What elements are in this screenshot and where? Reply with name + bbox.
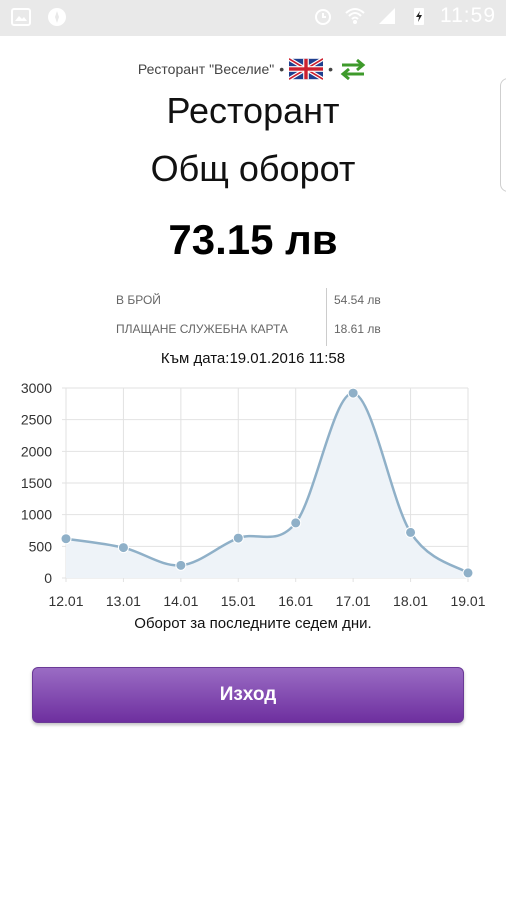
x-tick-label: 19.01 bbox=[450, 593, 485, 609]
y-tick-label: 1500 bbox=[21, 475, 52, 491]
y-tick-label: 500 bbox=[29, 538, 53, 554]
chart-data-point bbox=[60, 533, 72, 545]
breakdown-label: ПЛАЩАНЕ СЛУЖЕБНА КАРТА bbox=[116, 322, 288, 336]
chart-caption: Оборот за последните седем дни. bbox=[134, 615, 372, 632]
uk-flag-icon[interactable] bbox=[289, 58, 324, 80]
breakdown-row-cash: В БРОЙ 54.54 лв bbox=[116, 288, 406, 317]
x-tick-label: 14.01 bbox=[163, 593, 198, 609]
x-tick-label: 16.01 bbox=[278, 593, 313, 609]
status-time: 11:59 bbox=[440, 4, 496, 27]
status-bar: 11:59 bbox=[0, 0, 506, 36]
y-tick-label: 2500 bbox=[21, 412, 52, 428]
page-subtitle: Общ оборот bbox=[150, 148, 356, 189]
image-icon bbox=[11, 8, 31, 26]
chart-data-point bbox=[117, 542, 129, 554]
breakdown-row-card: ПЛАЩАНЕ СЛУЖЕБНА КАРТА 18.61 лв bbox=[116, 317, 406, 346]
alarm-icon bbox=[315, 9, 331, 25]
wifi-icon bbox=[345, 8, 365, 24]
chart-data-point bbox=[175, 559, 187, 571]
battery-charging-icon bbox=[414, 8, 424, 25]
x-tick-label: 15.01 bbox=[221, 593, 256, 609]
y-tick-label: 0 bbox=[44, 570, 52, 586]
restaurant-name: Ресторант "Веселие" bbox=[137, 61, 275, 77]
chart-data-point bbox=[462, 567, 474, 579]
compass-icon bbox=[48, 8, 66, 26]
breakdown-label: В БРОЙ bbox=[116, 293, 161, 307]
x-tick-label: 12.01 bbox=[48, 593, 83, 609]
y-tick-label: 2000 bbox=[21, 443, 52, 459]
exit-button[interactable]: Изход bbox=[32, 667, 464, 723]
header-separator: • bbox=[279, 61, 285, 77]
as-of-date: Към дата:19.01.2016 11:58 bbox=[160, 350, 346, 367]
x-tick-label: 17.01 bbox=[336, 593, 371, 609]
chart-data-point bbox=[405, 526, 417, 538]
x-tick-label: 18.01 bbox=[393, 593, 428, 609]
page-title: Ресторант bbox=[166, 90, 340, 131]
chart-data-point bbox=[232, 532, 244, 544]
breakdown-value: 18.61 лв bbox=[334, 322, 381, 336]
breakdown-value: 54.54 лв bbox=[334, 293, 381, 307]
y-tick-label: 1000 bbox=[21, 507, 52, 523]
y-tick-label: 3000 bbox=[21, 380, 52, 396]
chart-data-point bbox=[290, 517, 302, 529]
restaurant-header: Ресторант "Веселие" • • bbox=[0, 58, 506, 80]
turnover-chart: 0 500 1000 1500 2000 2500 3000 12.01 13.01 14.01 1… bbox=[21, 380, 486, 609]
payment-breakdown: В БРОЙ 54.54 лв ПЛАЩАНЕ СЛУЖЕБНА КАРТА 1… bbox=[116, 288, 406, 346]
swap-arrows-icon[interactable] bbox=[338, 58, 368, 80]
header-separator-2: • bbox=[328, 61, 334, 77]
x-tick-label: 13.01 bbox=[106, 593, 141, 609]
total-amount: 73.15 лв bbox=[168, 216, 338, 263]
chart-data-point bbox=[347, 387, 359, 399]
signal-icon bbox=[379, 8, 395, 24]
